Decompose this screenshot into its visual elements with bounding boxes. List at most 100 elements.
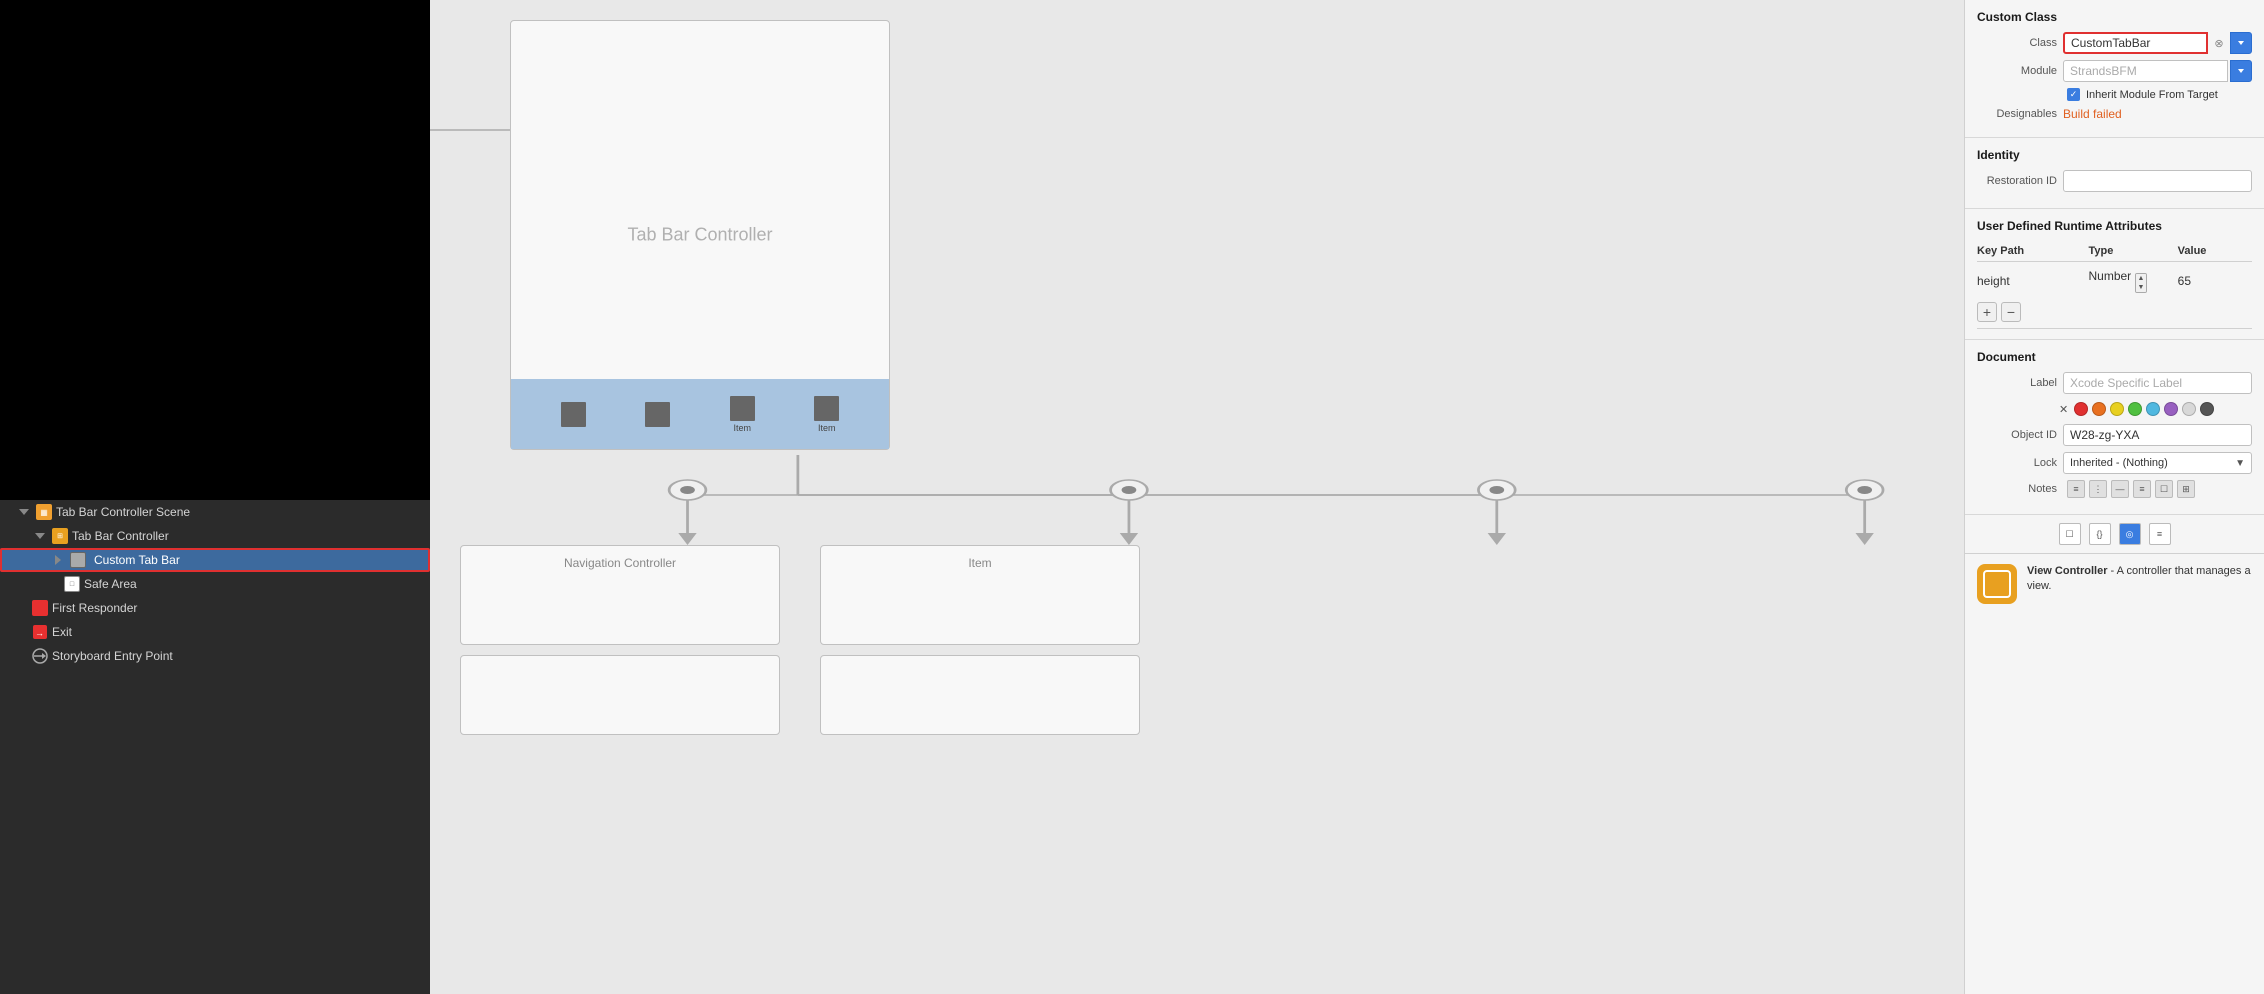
left-panel: ▦ Tab Bar Controller Scene ⊞ Tab Bar Con… xyxy=(0,0,430,994)
user-defined-title: User Defined Runtime Attributes xyxy=(1977,219,2252,233)
col-type: Type xyxy=(2088,245,2177,257)
outline-item-customtabbar[interactable]: Custom Tab Bar xyxy=(0,548,430,572)
tab-item-2 xyxy=(645,402,670,427)
firstresponder-label: First Responder xyxy=(52,601,137,615)
notes-doc-icon[interactable]: ☐ xyxy=(2155,480,2173,498)
nav-controller-sub-box xyxy=(460,655,780,735)
restoration-id-label: Restoration ID xyxy=(1977,175,2057,187)
vc-name: View Controller xyxy=(2027,565,2107,577)
outline-item-scene[interactable]: ▦ Tab Bar Controller Scene xyxy=(0,500,430,524)
canvas-preview xyxy=(0,0,430,500)
class-field-wrap: CustomTabBar ⊗ xyxy=(2063,32,2252,54)
tab-item-4: Item xyxy=(814,396,839,433)
swatch-red[interactable] xyxy=(2074,402,2088,416)
identity-title: Identity xyxy=(1977,148,2252,162)
triangle-down-icon xyxy=(32,528,48,544)
tab-icon-1 xyxy=(561,402,586,427)
remove-attribute-button[interactable]: − xyxy=(2001,302,2021,322)
module-dropdown-button[interactable] xyxy=(2230,60,2252,82)
row-keypath: height xyxy=(1977,274,2088,288)
object-id-label: Object ID xyxy=(1977,429,2057,441)
document-outline: ▦ Tab Bar Controller Scene ⊞ Tab Bar Con… xyxy=(0,500,430,994)
inspector-code-button[interactable]: {} xyxy=(2089,523,2111,545)
inherit-label: Inherit Module From Target xyxy=(2086,89,2218,101)
scene-icon: ▦ xyxy=(36,504,52,520)
notes-dashes-icon[interactable]: ≡ xyxy=(2133,480,2151,498)
outline-item-tabbar[interactable]: ⊞ Tab Bar Controller xyxy=(0,524,430,548)
designables-row: Designables Build failed xyxy=(1977,107,2252,121)
safearea-label: Safe Area xyxy=(84,577,137,591)
class-clear-button[interactable]: ⊗ xyxy=(2210,34,2228,52)
lock-dropdown[interactable]: Inherited - (Nothing) ▼ xyxy=(2063,452,2252,474)
notes-grid-icon[interactable]: ⊞ xyxy=(2177,480,2195,498)
object-id-value: W28-zg-YXA xyxy=(2063,424,2252,446)
custom-class-title: Custom Class xyxy=(1977,10,2252,24)
notes-dash-icon[interactable]: — xyxy=(2111,480,2129,498)
exit-icon: → xyxy=(32,624,48,640)
outline-item-firstresponder[interactable]: First Responder xyxy=(0,596,430,620)
class-dropdown-button[interactable] xyxy=(2230,32,2252,54)
add-attribute-button[interactable]: + xyxy=(1977,302,1997,322)
inherit-checkbox[interactable]: ✓ xyxy=(2067,88,2080,101)
safearea-icon: □ xyxy=(64,576,80,592)
notes-row: Notes ≡ ⋮ — ≡ ☐ ⊞ xyxy=(1977,480,2252,498)
swatch-purple[interactable] xyxy=(2164,402,2178,416)
triangle-icon xyxy=(16,504,32,520)
entrypoint-label: Storyboard Entry Point xyxy=(52,649,173,663)
identity-section: Identity Restoration ID xyxy=(1965,138,2264,209)
module-field-wrap: StrandsBFM xyxy=(2063,60,2252,82)
tab-item-label-3: Item xyxy=(733,423,751,433)
notes-lines2-icon[interactable]: ⋮ xyxy=(2089,480,2107,498)
scene-label: Tab Bar Controller Scene xyxy=(56,505,190,519)
tabbar-icon: ⊞ xyxy=(52,528,68,544)
module-input[interactable]: StrandsBFM xyxy=(2063,60,2228,82)
outline-item-entrypoint[interactable]: Storyboard Entry Point xyxy=(0,644,430,668)
class-input[interactable]: CustomTabBar xyxy=(2063,32,2208,54)
tab-item-1 xyxy=(561,402,586,427)
tab-item-label-4: Item xyxy=(818,423,836,433)
stepper-up[interactable]: ▲ xyxy=(2136,274,2147,283)
designables-label: Designables xyxy=(1977,108,2057,120)
exit-label: Exit xyxy=(52,625,72,639)
class-label: Class xyxy=(1977,37,2057,49)
color-clear-button[interactable]: ✕ xyxy=(2057,403,2070,416)
inspector-lines-button[interactable]: ≡ xyxy=(2149,523,2171,545)
tbc-title: Tab Bar Controller xyxy=(627,225,772,246)
restoration-id-input[interactable] xyxy=(2063,170,2252,192)
designables-value: Build failed xyxy=(2063,107,2122,121)
nav-controller-label: Navigation Controller xyxy=(471,556,769,570)
swatch-orange[interactable] xyxy=(2092,402,2106,416)
inspector-panel: Custom Class Class CustomTabBar ⊗ Module… xyxy=(1964,0,2264,994)
type-stepper[interactable]: ▲ ▼ xyxy=(2135,273,2148,293)
row-type: Number ▲ ▼ xyxy=(2088,269,2177,293)
vc-text: View Controller - A controller that mana… xyxy=(2027,564,2252,595)
outline-item-safearea[interactable]: □ Safe Area xyxy=(0,572,430,596)
color-swatches: ✕ xyxy=(2057,400,2214,418)
stepper-down[interactable]: ▼ xyxy=(2136,283,2147,292)
outline-item-exit[interactable]: → Exit xyxy=(0,620,430,644)
notes-lines-icon[interactable]: ≡ xyxy=(2067,480,2085,498)
vc-icon xyxy=(1977,564,2017,604)
tab-item-3: Item xyxy=(730,396,755,433)
custom-class-section: Custom Class Class CustomTabBar ⊗ Module… xyxy=(1965,0,2264,138)
tabbar-label: Tab Bar Controller xyxy=(72,529,169,543)
swatch-blue[interactable] xyxy=(2146,402,2160,416)
swatch-green[interactable] xyxy=(2128,402,2142,416)
table-header: Key Path Type Value xyxy=(1977,241,2252,262)
swatch-gray[interactable] xyxy=(2182,402,2196,416)
doc-label-label: Label xyxy=(1977,377,2057,389)
class-row: Class CustomTabBar ⊗ xyxy=(1977,32,2252,54)
inspector-circle-button[interactable]: ◎ xyxy=(2119,523,2141,545)
inspector-toolbar: ☐ {} ◎ ≡ xyxy=(1965,515,2264,554)
lock-value: Inherited - (Nothing) xyxy=(2070,457,2168,469)
svg-text:→: → xyxy=(35,628,44,638)
doc-label-input[interactable]: Xcode Specific Label xyxy=(2063,372,2252,394)
swatch-darkgray[interactable] xyxy=(2200,402,2214,416)
restoration-id-row: Restoration ID xyxy=(1977,170,2252,192)
class-value: CustomTabBar xyxy=(2071,36,2150,50)
swatch-yellow[interactable] xyxy=(2110,402,2124,416)
inspector-doc-button[interactable]: ☐ xyxy=(2059,523,2081,545)
view-controller-info: View Controller - A controller that mana… xyxy=(1965,554,2264,614)
lock-arrow-icon: ▼ xyxy=(2235,458,2245,469)
color-row: ✕ xyxy=(1977,400,2252,418)
